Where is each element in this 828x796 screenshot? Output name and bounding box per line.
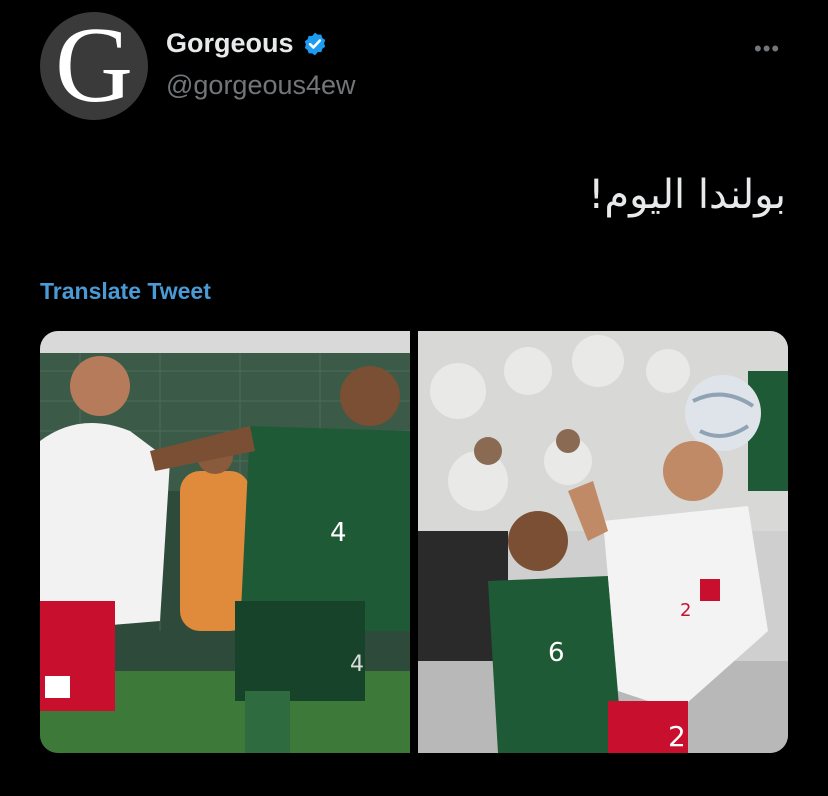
photo-1-shorts-number: 4 <box>350 652 364 677</box>
photo-2-white-jersey-number: 2 <box>680 600 691 621</box>
tweet-text: بولندا اليوم! <box>588 172 786 218</box>
verified-badge-icon <box>304 32 325 55</box>
media-grid: 4 4 6 2 2 <box>40 331 788 753</box>
photo-1[interactable]: 4 4 <box>40 331 410 753</box>
translate-tweet-link[interactable]: Translate Tweet <box>40 278 211 305</box>
photo-1-jersey-number: 4 <box>330 518 347 548</box>
more-options-icon[interactable]: ••• <box>754 36 780 62</box>
photo-2[interactable]: 6 2 2 <box>418 331 788 753</box>
photo-2-jersey-number: 6 <box>548 638 565 668</box>
photo-2-image: 6 2 2 <box>418 331 788 753</box>
photo-1-image: 4 4 <box>40 331 410 753</box>
avatar[interactable]: G <box>40 12 148 120</box>
photo-2-shorts-number: 2 <box>668 720 686 753</box>
display-name[interactable]: Gorgeous <box>166 28 294 59</box>
handle[interactable]: @gorgeous4ew <box>166 70 356 101</box>
avatar-letter: G <box>55 12 133 120</box>
author-name-row: Gorgeous <box>166 28 328 59</box>
